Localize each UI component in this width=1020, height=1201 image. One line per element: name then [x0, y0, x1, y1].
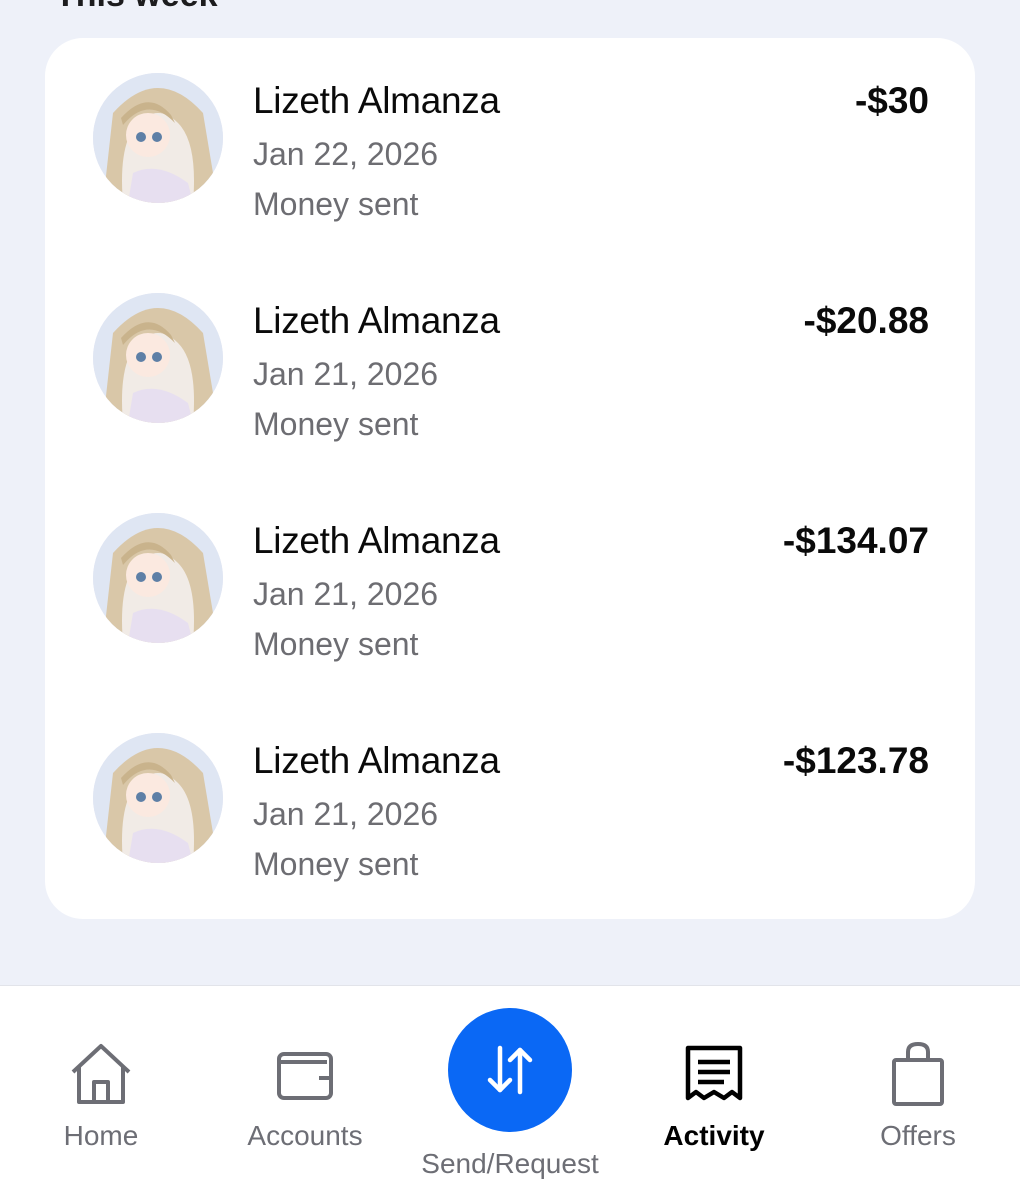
transaction-status: Money sent [253, 186, 419, 222]
receipt-icon [685, 1045, 743, 1101]
recipient-name: Lizeth Almanza [253, 520, 500, 561]
recipient-name: Lizeth Almanza [253, 740, 500, 781]
swap-arrows-icon [487, 1045, 533, 1095]
bottom-nav: Home Accounts Send/Request Activity Offe… [0, 985, 1020, 1201]
nav-offers[interactable]: Offers [818, 986, 1018, 1201]
nav-accounts-label: Accounts [247, 1120, 363, 1151]
avatar [93, 733, 223, 863]
send-request-label: Send/Request [421, 1148, 599, 1179]
transaction-amount: -$134.07 [782, 520, 929, 561]
transaction-amount: -$20.88 [803, 300, 930, 341]
avatar [93, 293, 223, 423]
nav-activity[interactable]: Activity [614, 986, 814, 1201]
avatar [93, 513, 223, 643]
recipient-name: Lizeth Almanza [253, 300, 500, 341]
transaction-date: Jan 21, 2026 [253, 356, 439, 392]
transaction-status: Money sent [253, 846, 419, 882]
transaction-date: Jan 21, 2026 [253, 576, 439, 612]
transaction-row[interactable]: Lizeth Almanza Jan 21, 2026 Money sent -… [45, 258, 975, 458]
avatar [93, 73, 223, 203]
transaction-amount: -$30 [854, 80, 929, 121]
transaction-row[interactable]: Lizeth Almanza Jan 22, 2026 Money sent -… [45, 38, 975, 238]
transaction-status: Money sent [253, 626, 419, 662]
transaction-row[interactable]: Lizeth Almanza Jan 21, 2026 Money sent -… [45, 478, 975, 678]
transaction-amount: -$123.78 [782, 740, 929, 781]
transaction-date: Jan 22, 2026 [253, 136, 439, 172]
nav-offers-label: Offers [880, 1120, 956, 1151]
transaction-list-card: Lizeth Almanza Jan 22, 2026 Money sent -… [45, 38, 975, 919]
nav-home-label: Home [63, 1120, 139, 1151]
recipient-name: Lizeth Almanza [253, 80, 500, 121]
nav-accounts[interactable]: Accounts [205, 986, 405, 1201]
transaction-row[interactable]: Lizeth Almanza Jan 21, 2026 Money sent -… [45, 698, 975, 898]
home-icon [71, 1044, 131, 1104]
nav-activity-label: Activity [663, 1120, 765, 1151]
wallet-icon [277, 1052, 333, 1100]
transaction-status: Money sent [253, 406, 419, 442]
nav-home[interactable]: Home [1, 986, 201, 1201]
send-request-button[interactable] [448, 1008, 572, 1132]
section-header: This week [55, 0, 218, 12]
transaction-date: Jan 21, 2026 [253, 796, 439, 832]
shopping-bag-icon [892, 1042, 944, 1106]
